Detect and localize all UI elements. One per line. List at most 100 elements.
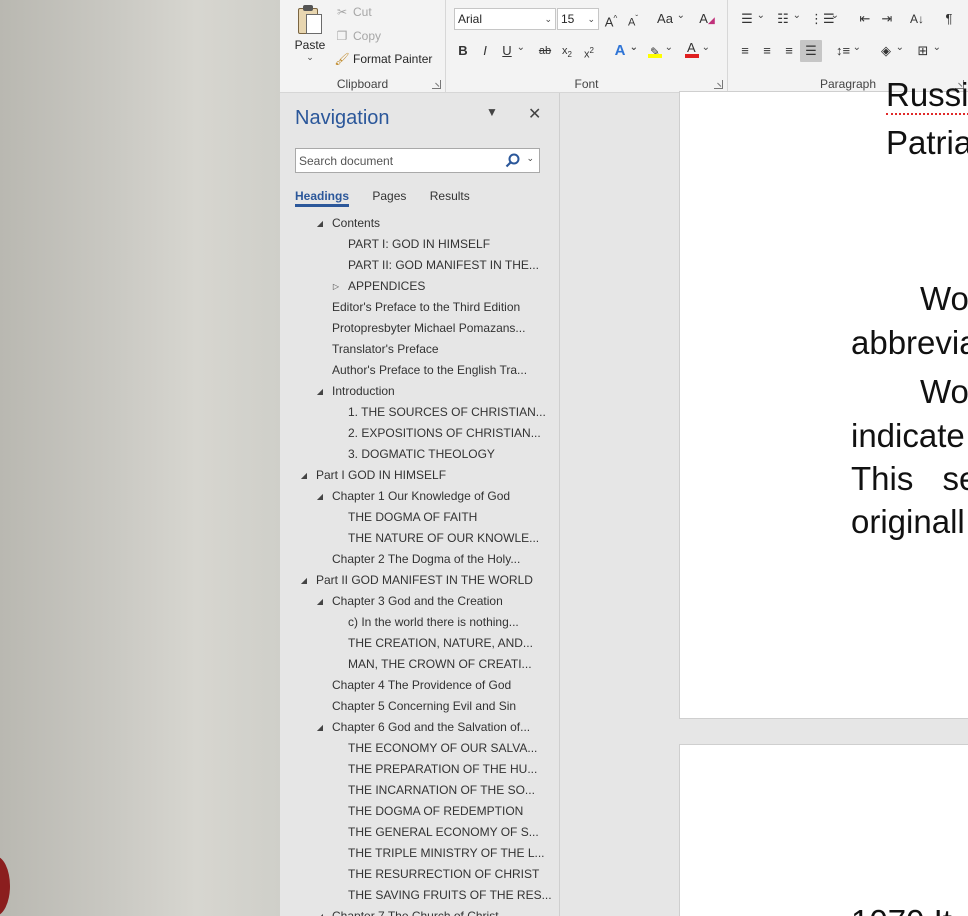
multilevel-list-button[interactable]: ⋮☰ [810, 5, 839, 30]
heading-item[interactable]: Translator's Preface [280, 339, 560, 360]
heading-label: APPENDICES [348, 279, 426, 293]
heading-label: Protopresbyter Michael Pomazans... [332, 321, 526, 335]
heading-item[interactable]: PART II: GOD MANIFEST IN THE... [280, 255, 560, 276]
ribbon: Paste ⌄ ✂ Cut ❐ Copy 🖌 Format Painter Clipb… [280, 0, 968, 93]
heading-item[interactable]: Editor's Preface to the Third Edition [280, 297, 560, 318]
heading-item[interactable]: THE NATURE OF OUR KNOWLE... [280, 528, 560, 549]
document-line: abbrevia [851, 324, 968, 361]
decrease-indent-button[interactable]: ⇤ [854, 8, 876, 30]
heading-item[interactable]: THE SAVING FRUITS OF THE RES... [280, 885, 560, 906]
format-painter-label: Format Painter [353, 52, 433, 66]
heading-item[interactable]: ◢ Chapter 1 Our Knowledge of God [280, 486, 560, 507]
font-color-button[interactable]: A [681, 37, 710, 62]
collapsed-arrow-icon[interactable]: ▷ [331, 276, 341, 297]
heading-item[interactable]: Author's Preface to the English Tra... [280, 360, 560, 381]
copy-button[interactable]: ❐ Copy [334, 26, 381, 46]
clipboard-dialog-launcher-icon[interactable] [432, 80, 441, 89]
heading-item[interactable]: Chapter 5 Concerning Evil and Sin [280, 696, 560, 717]
align-right-button[interactable]: ≡ [778, 40, 800, 62]
close-icon[interactable]: ✕ [528, 104, 541, 124]
heading-item[interactable]: ▷ APPENDICES [280, 276, 560, 297]
heading-item[interactable]: Chapter 4 The Providence of God [280, 675, 560, 696]
search-box[interactable]: ⌄ [295, 148, 540, 173]
strikethrough-button[interactable]: ab [534, 40, 556, 62]
align-left-button[interactable]: ≡ [734, 40, 756, 62]
heading-item[interactable]: MAN, THE CROWN OF CREATI... [280, 654, 560, 675]
underline-button[interactable]: U [496, 37, 525, 62]
heading-item[interactable]: 1. THE SOURCES OF CHRISTIAN... [280, 402, 560, 423]
bold-button[interactable]: B [452, 40, 474, 62]
search-options-dropdown-icon[interactable]: ⌄ [526, 153, 534, 164]
font-color-icon: A [685, 40, 699, 58]
heading-item[interactable]: c) In the world there is nothing... [280, 612, 560, 633]
heading-item[interactable]: THE CREATION, NATURE, AND... [280, 633, 560, 654]
heading-item[interactable]: Protopresbyter Michael Pomazans... [280, 318, 560, 339]
heading-item[interactable]: THE DOGMA OF REDEMPTION [280, 801, 560, 822]
heading-item[interactable]: ◢ Introduction [280, 381, 560, 402]
heading-item[interactable]: THE PREPARATION OF THE HU... [280, 759, 560, 780]
format-painter-button[interactable]: 🖌 Format Painter [334, 49, 432, 69]
heading-item[interactable]: THE GENERAL ECONOMY OF S... [280, 822, 560, 843]
expanded-arrow-icon[interactable]: ◢ [299, 570, 309, 591]
document-page: 1070 It [679, 744, 968, 916]
heading-item[interactable]: THE TRIPLE MINISTRY OF THE L... [280, 843, 560, 864]
heading-item[interactable]: ◢ Chapter 6 God and the Salvation of... [280, 717, 560, 738]
expanded-arrow-icon[interactable]: ◢ [299, 465, 309, 486]
paste-button[interactable]: Paste ⌄ [288, 4, 332, 63]
heading-item[interactable]: ◢ Chapter 3 God and the Creation [280, 591, 560, 612]
heading-item[interactable]: 3. DOGMATIC THEOLOGY [280, 444, 560, 465]
cut-button[interactable]: ✂ Cut [334, 2, 372, 22]
heading-item[interactable]: THE ECONOMY OF OUR SALVA... [280, 738, 560, 759]
document-area: Russi Patria Wo abbrevia Wo indicate Thi… [560, 76, 968, 916]
font-size-select[interactable]: 15 ⌄ [557, 8, 599, 30]
heading-item[interactable]: PART I: GOD IN HIMSELF [280, 234, 560, 255]
font-group: Arial⌄ 15⌄ A^ Aˇ Aa A◢ B I U ab x2 x2 A … [446, 0, 728, 93]
heading-item[interactable]: THE RESURRECTION OF CHRIST [280, 864, 560, 885]
heading-item[interactable]: Chapter 2 The Dogma of the Holy... [280, 549, 560, 570]
expanded-arrow-icon[interactable]: ◢ [315, 906, 325, 916]
heading-item[interactable]: 2. EXPOSITIONS OF CHRISTIAN... [280, 423, 560, 444]
grow-font-button[interactable]: A^ [600, 8, 622, 30]
expanded-arrow-icon[interactable]: ◢ [315, 591, 325, 612]
superscript-button[interactable]: x2 [578, 40, 600, 62]
heading-item[interactable]: ◢ Chapter 7 The Church of Christ [280, 906, 560, 916]
numbering-button[interactable]: ☷ [772, 5, 801, 30]
justify-button[interactable]: ☰ [800, 40, 822, 62]
heading-item[interactable]: THE INCARNATION OF THE SO... [280, 780, 560, 801]
increase-indent-button[interactable]: ⇥ [876, 8, 898, 30]
center-button[interactable]: ≡ [756, 40, 778, 62]
shrink-font-button[interactable]: Aˇ [622, 8, 644, 30]
expanded-arrow-icon[interactable]: ◢ [315, 213, 325, 234]
bullets-button[interactable]: ☰ [736, 5, 765, 30]
heading-item[interactable]: ◢ Part I GOD IN HIMSELF [280, 465, 560, 486]
pane-options-dropdown-icon[interactable]: ▼ [486, 105, 498, 119]
sort-button[interactable]: A↓ [906, 8, 928, 30]
tab-results[interactable]: Results [430, 189, 470, 207]
italic-button[interactable]: I [474, 40, 496, 62]
expanded-arrow-icon[interactable]: ◢ [315, 717, 325, 738]
highlight-color-button[interactable]: ✎ [644, 37, 673, 62]
chevron-down-icon: ⌄ [544, 14, 552, 24]
line-spacing-button[interactable]: ↕≡ [832, 37, 861, 62]
heading-label: PART I: GOD IN HIMSELF [348, 237, 491, 251]
change-case-button[interactable]: Aa [652, 5, 685, 30]
heading-item[interactable]: ◢ Contents [280, 213, 560, 234]
font-dialog-launcher-icon[interactable] [714, 80, 723, 89]
document-line: Wo [920, 373, 968, 410]
search-input[interactable] [296, 149, 496, 172]
search-icon[interactable] [505, 153, 521, 169]
subscript-button[interactable]: x2 [556, 40, 578, 62]
tab-pages[interactable]: Pages [372, 189, 406, 207]
heading-item[interactable]: THE DOGMA OF FAITH [280, 507, 560, 528]
tab-headings[interactable]: Headings [295, 189, 350, 207]
show-formatting-marks-button[interactable]: ¶ [938, 8, 960, 30]
paste-dropdown-icon[interactable]: ⌄ [288, 52, 332, 63]
font-family-select[interactable]: Arial ⌄ [454, 8, 556, 30]
clear-formatting-button[interactable]: A◢ [696, 8, 718, 30]
expanded-arrow-icon[interactable]: ◢ [315, 381, 325, 402]
text-effects-button[interactable]: A [609, 37, 638, 62]
heading-item[interactable]: ◢ Part II GOD MANIFEST IN THE WORLD [280, 570, 560, 591]
shading-button[interactable]: ◈ [875, 37, 904, 62]
expanded-arrow-icon[interactable]: ◢ [315, 486, 325, 507]
borders-button[interactable]: ⊞ [912, 37, 941, 62]
